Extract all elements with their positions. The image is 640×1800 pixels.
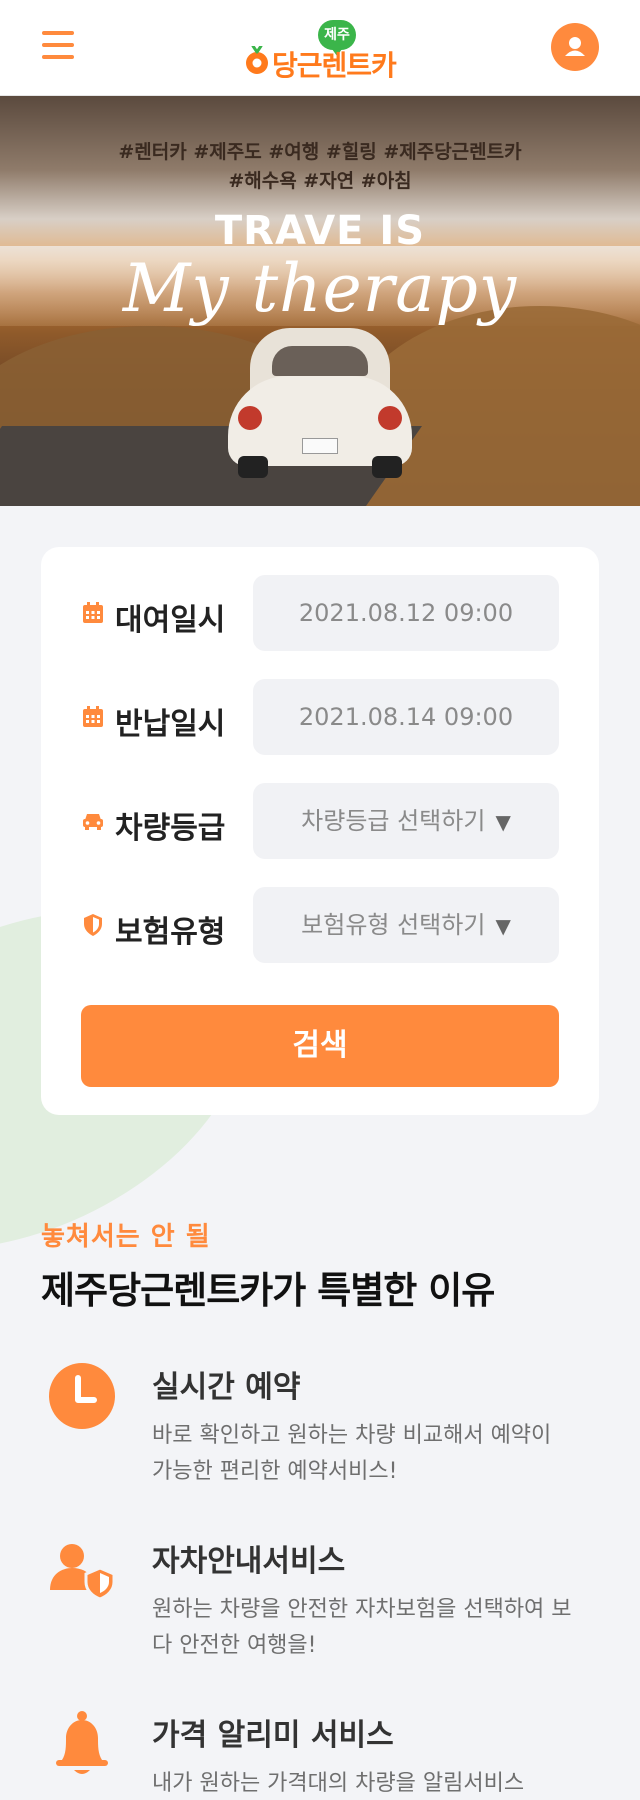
rental-date-label: 대여일시	[115, 603, 226, 638]
rental-date-field[interactable]: 2021.08.12 09:00	[253, 575, 559, 651]
app-header: 제주 당근렌트카	[0, 0, 640, 96]
hero-script-title: My therapy	[122, 250, 518, 327]
feature-desc: 바로 확인하고 원하는 차량 비교해서 예약이 가능한 편리한 예약서비스!	[152, 1423, 552, 1484]
car-class-select[interactable]: 차량등급 선택하기 ▼	[253, 783, 559, 859]
return-date-row: 반납일시 2021.08.14 09:00	[81, 679, 559, 755]
shield-icon	[84, 914, 102, 936]
carrot-icon	[246, 46, 268, 74]
hero-tags-line: #해수욕 #자연 #아침	[228, 170, 412, 192]
hero-tags-line: #렌터카 #제주도 #여행 #힐링 #제주당근렌트카	[118, 141, 522, 163]
insurance-label: 보험유형	[115, 915, 226, 950]
return-date-field[interactable]: 2021.08.14 09:00	[253, 679, 559, 755]
hero-title: TRAVE IS	[214, 208, 426, 254]
car-image	[228, 328, 412, 478]
insurance-placeholder: 보험유형 선택하기	[301, 911, 486, 939]
search-button[interactable]: 검색	[81, 1005, 559, 1087]
car-class-row: 차량등급 차량등급 선택하기 ▼	[81, 783, 559, 859]
hamburger-icon[interactable]	[42, 31, 74, 61]
search-card: 대여일시 2021.08.12 09:00 반납일시 2021.08.14 09…	[41, 547, 599, 1115]
rental-date-row: 대여일시 2021.08.12 09:00	[81, 575, 559, 651]
feature-title: 자차안내서비스	[152, 1544, 346, 1579]
calendar-icon	[83, 706, 103, 727]
caret-down-icon: ▼	[495, 810, 511, 834]
feature-desc: 내가 원하는 가격대의 차량을 알림서비스	[152, 1771, 525, 1796]
return-date-label: 반납일시	[115, 707, 226, 742]
car-class-placeholder: 차량등급 선택하기	[301, 807, 486, 835]
insurance-row: 보험유형 보험유형 선택하기 ▼	[81, 887, 559, 963]
bell-icon	[56, 1711, 108, 1774]
calendar-icon	[83, 602, 103, 623]
clock-icon	[49, 1363, 115, 1429]
logo[interactable]: 제주 당근렌트카	[244, 20, 404, 82]
section-subtitle: 놓쳐서는 안 될	[41, 1222, 211, 1252]
feature-desc: 원하는 차량을 안전한 자차보험을 선택하여 보다 안전한 여행을!	[152, 1597, 572, 1658]
insurance-select[interactable]: 보험유형 선택하기 ▼	[253, 887, 559, 963]
feature-title: 실시간 예약	[152, 1370, 301, 1405]
car-icon	[83, 814, 103, 830]
caret-down-icon: ▼	[495, 914, 511, 938]
hero-hashtags: #렌터카 #제주도 #여행 #힐링 #제주당근렌트카 #해수욕 #자연 #아침	[0, 138, 640, 196]
hero-banner: #렌터카 #제주도 #여행 #힐링 #제주당근렌트카 #해수욕 #자연 #아침 …	[0, 96, 640, 506]
car-class-label: 차량등급	[115, 811, 226, 846]
section-title: 제주당근렌트카가 특별한 이유	[41, 1269, 495, 1312]
user-shield-icon	[50, 1544, 116, 1601]
logo-text: 당근렌트카	[272, 49, 397, 82]
feature-title: 가격 알리미 서비스	[152, 1718, 394, 1753]
user-icon[interactable]	[551, 23, 599, 71]
